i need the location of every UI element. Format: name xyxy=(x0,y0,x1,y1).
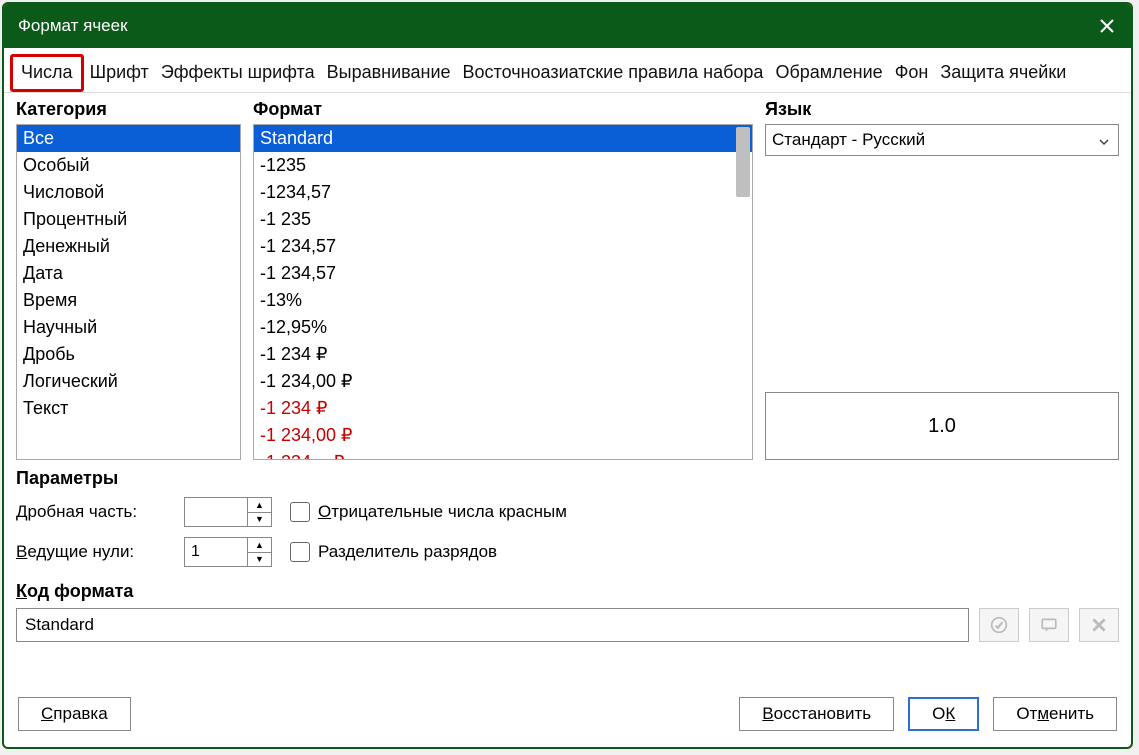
scrollbar[interactable] xyxy=(736,127,750,197)
category-item[interactable]: Дробь xyxy=(17,341,240,368)
format-item[interactable]: -1 235 xyxy=(254,206,752,233)
format-item[interactable]: -12,95% xyxy=(254,314,752,341)
category-list[interactable]: ВсеОсобыйЧисловойПроцентныйДенежныйДатаВ… xyxy=(16,124,241,460)
decimal-label: Дробная часть: xyxy=(16,502,166,522)
tab-2[interactable]: Эффекты шрифта xyxy=(155,54,321,92)
category-item[interactable]: Процентный xyxy=(17,206,240,233)
spin-up-icon[interactable]: ▲ xyxy=(248,498,271,513)
restore-button[interactable]: Восстановить xyxy=(739,697,894,731)
format-label: Формат xyxy=(253,95,753,124)
category-item[interactable]: Время xyxy=(17,287,240,314)
format-item[interactable]: -1 234,00 ₽ xyxy=(254,368,752,395)
format-item[interactable]: -1 234 ₽ xyxy=(254,341,752,368)
params-label: Параметры xyxy=(16,468,1119,489)
preview-value: 1.0 xyxy=(928,415,956,438)
tab-7[interactable]: Защита ячейки xyxy=(934,54,1072,92)
decimal-spinner[interactable]: ▲▼ xyxy=(184,497,272,527)
category-item[interactable]: Денежный xyxy=(17,233,240,260)
spin-down-icon[interactable]: ▼ xyxy=(248,513,271,527)
tab-1[interactable]: Шрифт xyxy=(84,54,155,92)
format-item[interactable]: -1 234,00 ₽ xyxy=(254,422,752,449)
language-value: Стандарт - Русский xyxy=(772,130,925,150)
leading-input[interactable] xyxy=(185,538,247,566)
spin-up-icon[interactable]: ▲ xyxy=(248,538,271,553)
cancel-button[interactable]: Отменить xyxy=(993,697,1117,731)
language-select[interactable]: Стандарт - Русский xyxy=(765,124,1119,156)
decimal-input[interactable] xyxy=(185,498,247,526)
format-item[interactable]: -13% xyxy=(254,287,752,314)
format-item[interactable]: -1235 xyxy=(254,152,752,179)
window-title: Формат ячеек xyxy=(18,16,128,36)
tab-4[interactable]: Восточноазиатские правила набора xyxy=(457,54,770,92)
cell-format-dialog: Формат ячеек ЧислаШрифтЭффекты шрифтаВыр… xyxy=(2,2,1133,749)
chevron-down-icon xyxy=(1098,133,1112,147)
spin-down-icon[interactable]: ▼ xyxy=(248,553,271,567)
tab-3[interactable]: Выравнивание xyxy=(321,54,457,92)
category-item[interactable]: Числовой xyxy=(17,179,240,206)
format-list[interactable]: Standard-1235-1234,57-1 235-1 234,57-1 2… xyxy=(253,124,753,460)
format-item[interactable]: -1 234 -- ₽ xyxy=(254,449,752,460)
tab-bar: ЧислаШрифтЭффекты шрифтаВыравниваниеВост… xyxy=(4,48,1131,93)
thousep-checkbox[interactable] xyxy=(290,542,310,562)
close-icon[interactable] xyxy=(1097,16,1117,36)
category-item[interactable]: Логический xyxy=(17,368,240,395)
category-item[interactable]: Особый xyxy=(17,152,240,179)
format-item[interactable]: -1 234,57 xyxy=(254,233,752,260)
dialog-footer: Справка Восстановить ОК Отменить xyxy=(4,681,1131,747)
category-item[interactable]: Все xyxy=(17,125,240,152)
tab-0[interactable]: Числа xyxy=(10,54,84,92)
code-label: Код формата xyxy=(16,581,1119,602)
category-item[interactable]: Научный xyxy=(17,314,240,341)
help-button[interactable]: Справка xyxy=(18,697,131,731)
format-item[interactable]: -1 234 ₽ xyxy=(254,395,752,422)
format-item[interactable]: -1234,57 xyxy=(254,179,752,206)
leading-spinner[interactable]: ▲▼ xyxy=(184,537,272,567)
code-section: Код формата xyxy=(4,577,1131,642)
apply-code-button[interactable] xyxy=(979,608,1019,642)
params-section: Параметры Дробная часть: ▲▼ Отрицательны… xyxy=(4,460,1131,577)
category-item[interactable]: Дата xyxy=(17,260,240,287)
edit-comment-button[interactable] xyxy=(1029,608,1069,642)
tab-6[interactable]: Фон xyxy=(889,54,935,92)
leading-label: Ведущие нули: xyxy=(16,542,166,562)
titlebar: Формат ячеек xyxy=(4,4,1131,48)
preview-box: 1.0 xyxy=(765,392,1119,460)
ok-button[interactable]: ОК xyxy=(908,697,979,731)
format-item[interactable]: -1 234,57 xyxy=(254,260,752,287)
tab-5[interactable]: Обрамление xyxy=(769,54,888,92)
format-item[interactable]: Standard xyxy=(254,125,752,152)
code-input[interactable] xyxy=(16,608,969,642)
language-label: Язык xyxy=(765,95,1119,124)
neg-red-checkbox[interactable] xyxy=(290,502,310,522)
thousep-label: Разделитель разрядов xyxy=(318,542,497,562)
neg-red-label: Отрицательные числа красным xyxy=(318,502,567,522)
category-label: Категория xyxy=(16,95,241,124)
category-item[interactable]: Текст xyxy=(17,395,240,422)
delete-code-button[interactable] xyxy=(1079,608,1119,642)
